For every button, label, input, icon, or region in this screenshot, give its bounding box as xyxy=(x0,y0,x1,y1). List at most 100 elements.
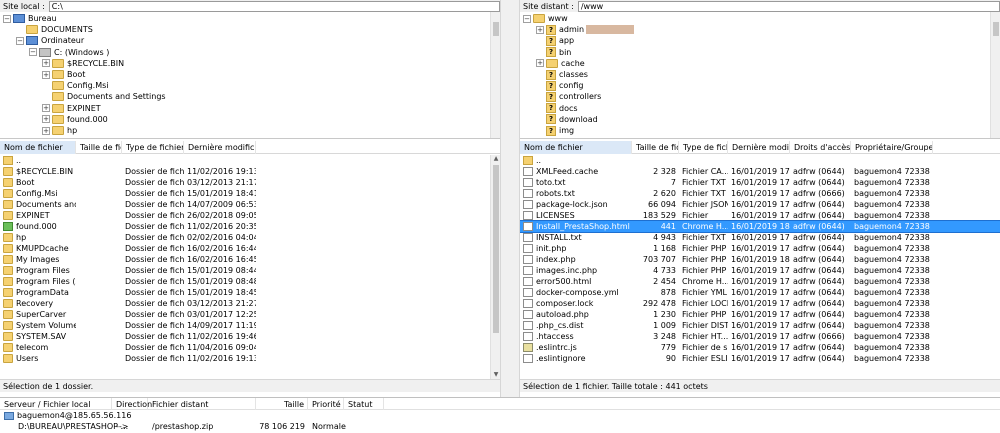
local-list-scrollbar[interactable]: ▲ ▼ xyxy=(490,155,500,379)
tree-item[interactable]: ? bin xyxy=(536,47,571,58)
file-row[interactable]: Recovery Dossier de fichi...03/12/2013 21… xyxy=(0,298,490,309)
tree-item[interactable]: − Bureau xyxy=(3,13,57,24)
queue-column-header[interactable]: Fichier distant xyxy=(148,398,256,410)
tree-item[interactable]: + Boot xyxy=(42,69,85,80)
queue-column-header[interactable]: Priorité xyxy=(308,398,344,410)
column-header[interactable]: Type de fichier xyxy=(122,141,184,154)
tree-item[interactable]: +? admin xyxy=(536,24,635,35)
scroll-down-icon[interactable]: ▼ xyxy=(491,371,500,379)
local-list-scroll-thumb[interactable] xyxy=(493,165,499,333)
file-row[interactable]: $RECYCLE.BIN Dossier de fichi...11/02/201… xyxy=(0,166,490,177)
tree-item[interactable]: + hp xyxy=(42,125,77,136)
tree-item[interactable]: + $RECYCLE.BIN xyxy=(42,58,124,69)
file-row[interactable]: .htaccess 3 248 Fichier HT... 16/01/2019 17… xyxy=(520,331,1000,342)
expand-icon[interactable]: + xyxy=(42,59,50,68)
tree-item[interactable]: Documents and Settings xyxy=(42,91,166,102)
local-path-input[interactable]: C:\ xyxy=(48,0,500,12)
file-row[interactable]: LICENSES 183 529 Fichier 16/01/2019 17:...a… xyxy=(520,210,1000,221)
collapse-icon[interactable]: − xyxy=(29,48,37,57)
file-row[interactable]: INSTALL.txt 4 943 Fichier TXT 16/01/2019 17… xyxy=(520,232,1000,243)
expand-icon[interactable]: + xyxy=(42,126,50,135)
tree-item[interactable]: − www xyxy=(523,13,568,24)
local-tree-scrollbar[interactable] xyxy=(490,12,500,138)
file-row[interactable]: EXPINET Dossier de fichi...26/02/2018 09:… xyxy=(0,210,490,221)
file-row[interactable]: init.php 1 168 Fichier PHP 16/01/2019 17:..… xyxy=(520,243,1000,254)
file-row[interactable]: images.inc.php 4 733 Fichier PHP 16/01/2019… xyxy=(520,265,1000,276)
file-row[interactable]: Program Files (x... Dossier de fichi...15… xyxy=(0,276,490,287)
tree-item[interactable]: + EXPINET xyxy=(42,103,101,114)
column-header[interactable]: Droits d'accès xyxy=(790,141,851,154)
expand-icon[interactable]: + xyxy=(42,104,50,113)
file-row[interactable]: telecom Dossier de fichi...11/04/2016 09:… xyxy=(0,342,490,353)
queue-column-header[interactable]: Taille xyxy=(256,398,308,410)
expand-icon[interactable]: + xyxy=(536,25,544,34)
expand-icon[interactable]: + xyxy=(42,115,50,124)
file-row[interactable]: .. xyxy=(0,155,490,166)
file-row[interactable]: Install_PrestaShop.html 441 Chrome H... 16/… xyxy=(520,220,1000,233)
column-header[interactable]: Nom de fichier xyxy=(520,141,632,154)
queue-column-header[interactable]: Statut xyxy=(344,398,384,410)
file-row[interactable]: index.php 703 707 Fichier PHP 16/01/2019 18… xyxy=(520,254,1000,265)
tree-item[interactable]: + cache xyxy=(536,58,585,69)
tree-item[interactable]: ? app xyxy=(536,35,574,46)
file-row[interactable]: My Images Dossier de fichi...16/02/2016 1… xyxy=(0,254,490,265)
tree-item[interactable]: + found.000 xyxy=(42,114,108,125)
file-row[interactable]: package-lock.json 66 094 Fichier JSON 16/01… xyxy=(520,199,1000,210)
scroll-up-icon[interactable]: ▲ xyxy=(491,155,500,163)
tree-item[interactable]: ? controllers xyxy=(536,91,601,102)
column-header[interactable]: Taille de fichier xyxy=(76,141,122,154)
tree-item[interactable]: ? download xyxy=(536,114,598,125)
column-header[interactable]: Dernière modifi... xyxy=(728,141,790,154)
collapse-icon[interactable]: − xyxy=(16,36,24,45)
file-row[interactable]: robots.txt 2 620 Fichier TXT 16/01/2019 17:… xyxy=(520,188,1000,199)
file-row[interactable]: Config.Msi Dossier de fichi...15/01/2019 … xyxy=(0,188,490,199)
tree-item[interactable]: DOCUMENTS xyxy=(16,24,93,35)
file-row[interactable]: XMLFeed.cache 2 328 Fichier CA... 16/01/201… xyxy=(520,166,1000,177)
tree-item[interactable]: ? config xyxy=(536,80,583,91)
file-row[interactable]: Boot Dossier de fichi...03/12/2013 21:17:… xyxy=(0,177,490,188)
file-row[interactable]: System Volume ... Dossier de fichi...14/0… xyxy=(0,320,490,331)
file-row[interactable]: autoload.php 1 230 Fichier PHP 16/01/2019 1… xyxy=(520,309,1000,320)
remote-tree-scrollbar[interactable] xyxy=(990,12,1000,138)
queue-server-row[interactable]: baguemon4@185.65.56.116 xyxy=(0,410,1000,421)
file-row[interactable]: .php_cs.dist 1 009 Fichier DIST 16/01/2019 … xyxy=(520,320,1000,331)
file-row[interactable]: .eslintignore 90 Fichier ESLI...16/01/2019… xyxy=(520,353,1000,364)
expand-icon[interactable]: + xyxy=(42,70,50,79)
file-row[interactable]: .eslintrc.js 779 Fichier de s...16/01/2019… xyxy=(520,342,1000,353)
queue-column-header[interactable]: Direction xyxy=(112,398,152,410)
collapse-icon[interactable]: − xyxy=(523,14,531,23)
expand-icon[interactable]: + xyxy=(536,59,544,68)
remote-path-input[interactable]: /www xyxy=(577,0,1000,12)
tree-item[interactable]: Config.Msi xyxy=(42,80,109,91)
file-row[interactable]: docker-compose.yml 878 Fichier YML 16/01/20… xyxy=(520,287,1000,298)
file-row[interactable]: composer.lock 292 478 Fichier LOCK 16/01/20… xyxy=(520,298,1000,309)
file-row[interactable]: SuperCarver Dossier de fichi...03/01/2017… xyxy=(0,309,490,320)
file-row[interactable]: Documents and ... Dossier de fichi...14/0… xyxy=(0,199,490,210)
queue-column-header[interactable]: Serveur / Fichier local xyxy=(0,398,112,410)
queue-transfer-row[interactable]: D:\BUREAU\PRESTASHOP ... --> /prestashop… xyxy=(0,421,1000,432)
file-row[interactable]: error500.html 2 454 Chrome H... 16/01/2019 … xyxy=(520,276,1000,287)
column-header[interactable]: Type de fichi... xyxy=(679,141,728,154)
tree-item[interactable]: − Ordinateur xyxy=(16,35,84,46)
file-row[interactable]: SYSTEM.SAV Dossier de fichi...11/02/2016 … xyxy=(0,331,490,342)
column-header[interactable]: Dernière modificat... xyxy=(184,141,256,154)
tree-item[interactable]: ? img xyxy=(536,125,574,136)
file-row[interactable]: KMUPDcache Dossier de fichi...16/02/2016 … xyxy=(0,243,490,254)
collapse-icon[interactable]: − xyxy=(3,14,11,23)
tree-item[interactable]: ? classes xyxy=(536,69,588,80)
tree-item[interactable]: − C: (Windows ) xyxy=(29,47,109,58)
pane-splitter[interactable] xyxy=(500,0,520,397)
file-row[interactable]: toto.txt 7 Fichier TXT 16/01/2019 17:...adf… xyxy=(520,177,1000,188)
file-row[interactable]: ProgramData Dossier de fichi...15/01/2019… xyxy=(0,287,490,298)
remote-tree-scroll-thumb[interactable] xyxy=(993,22,999,36)
file-row[interactable]: hp Dossier de fichi...02/02/2016 04:04:38 xyxy=(0,232,490,243)
column-header[interactable]: Propriétaire/Groupe xyxy=(851,141,933,154)
local-tree-scroll-thumb[interactable] xyxy=(493,22,499,36)
file-row[interactable]: found.000 Dossier de fichi...11/02/2016 2… xyxy=(0,221,490,232)
file-row[interactable]: .. xyxy=(520,155,1000,166)
column-header[interactable]: Nom de fichier xyxy=(0,141,76,154)
file-row[interactable]: Users Dossier de fichi...11/02/2016 19:13… xyxy=(0,353,490,364)
column-header[interactable]: Taille de fic... xyxy=(632,141,679,154)
tree-item[interactable]: ? docs xyxy=(536,103,578,114)
file-row[interactable]: Program Files Dossier de fichi...15/01/20… xyxy=(0,265,490,276)
